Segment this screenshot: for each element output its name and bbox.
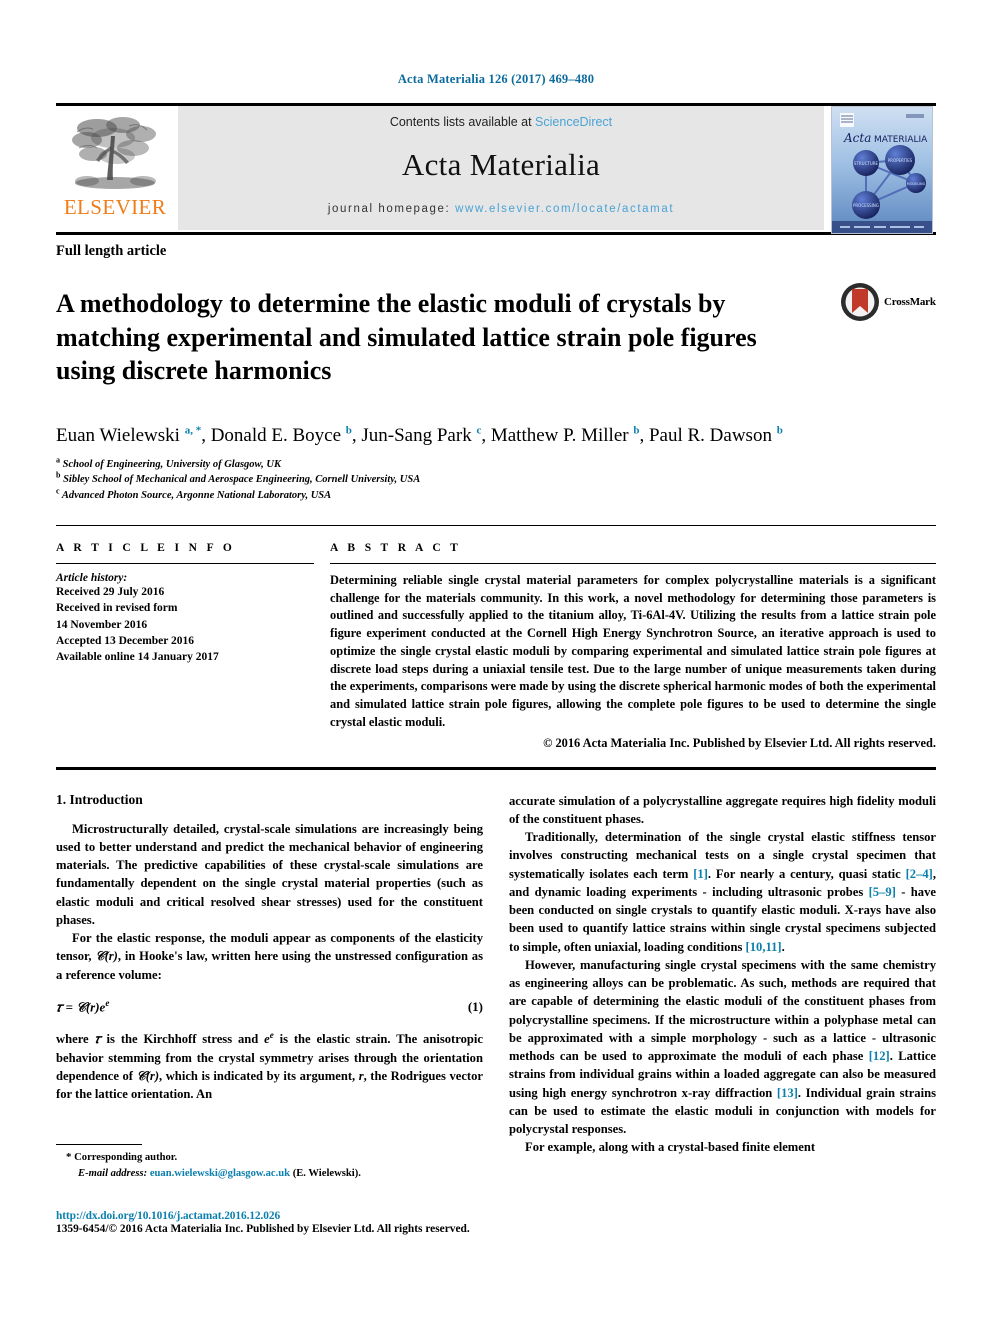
article-info-heading: A R T I C L E I N F O (56, 541, 236, 554)
page-title: A methodology to determine the elastic m… (56, 289, 757, 385)
paragraph: For example, along with a crystal-based … (525, 1140, 816, 1155)
citation-link[interactable]: [2–4] (906, 867, 933, 881)
email-link[interactable]: euan.wielewski@glasgow.ac.uk (150, 1168, 290, 1179)
history-item: Accepted 13 December 2016 (56, 634, 195, 647)
paragraph-text: where (56, 1032, 95, 1047)
paragraph-text: However, manufacturing single crystal sp… (509, 957, 936, 1064)
equation-number: (1) (467, 999, 483, 1015)
paragraph: For the elastic response, the moduli app… (56, 929, 483, 984)
info-abstract-block: A R T I C L E I N F O Article history: R… (56, 524, 936, 751)
doi-link[interactable]: http://dx.doi.org/10.1016/j.actamat.2016… (56, 1210, 496, 1222)
affiliation-list: a School of Engineering, University of G… (56, 455, 936, 503)
journal-cover-block: Acta MATERIALIA STRUCTURE PROPERTIES MOD… (828, 106, 936, 234)
elsevier-tree-icon (72, 117, 156, 189)
svg-text:MODELING: MODELING (907, 182, 926, 186)
issn-copyright-line: 1359-6454/© 2016 Acta Materialia Inc. Pu… (56, 1223, 470, 1236)
svg-text:STRUCTURE: STRUCTURE (854, 161, 879, 166)
footnote-block: * Corresponding author. E-mail address: … (56, 1143, 483, 1181)
article-type-label: Full length article (56, 232, 936, 260)
affiliation-item: c Advanced Photon Source, Argonne Nation… (56, 486, 936, 503)
affiliation-item: b Sibley School of Mechanical and Aerosp… (56, 470, 936, 487)
paragraph-text: . For nearly a century, quasi static (707, 866, 906, 881)
history-item: Received in revised form (56, 602, 178, 615)
history-item: Received 29 July 2016 (56, 585, 165, 598)
affiliation-text: Sibley School of Mechanical and Aerospac… (63, 474, 421, 486)
affiliation-mark: b (56, 470, 61, 480)
math-script-c: 𝒞 (136, 1067, 146, 1083)
paragraph: Traditionally, determination of the sing… (509, 828, 936, 956)
homepage-prefix: journal homepage: (327, 203, 456, 215)
contents-prefix: Contents lists available at (389, 115, 536, 129)
affiliation-mark: c (56, 486, 60, 496)
citation-link[interactable]: [10,11] (746, 940, 782, 954)
journal-homepage-line: journal homepage: www.elsevier.com/locat… (328, 203, 674, 215)
citation-link[interactable]: [13] (777, 1086, 798, 1100)
paper-page: Acta Materialia 126 (2017) 469–480 ELSEV… (0, 0, 992, 1323)
journal-homepage-link[interactable]: www.elsevier.com/locate/actamat (455, 203, 674, 215)
corresponding-text: Corresponding author. (71, 1151, 178, 1163)
math-script-c: 𝒞 (95, 948, 105, 964)
paragraph-text: . (781, 939, 785, 954)
paragraph: However, manufacturing single crystal sp… (509, 956, 936, 1139)
running-head: Acta Materialia 126 (2017) 469–480 (397, 72, 595, 86)
citation-link[interactable]: [5–9] (869, 885, 896, 899)
divider (330, 562, 936, 564)
citation-link[interactable]: [12] (869, 1049, 890, 1063)
divider-thick (56, 766, 936, 770)
affiliation-mark: a (56, 455, 60, 465)
body-column-right: accurate simulation of a polycrystalline… (509, 792, 936, 1254)
affiliation-text: Advanced Photon Source, Argonne National… (61, 489, 332, 501)
paragraph-text: , which is indicated by its argument, (159, 1068, 359, 1083)
corresponding-author-note: * Corresponding author. (56, 1150, 483, 1166)
math-arg: (r) (104, 949, 118, 964)
article-info-column: A R T I C L E I N F O Article history: R… (56, 542, 330, 751)
elsevier-wordmark: ELSEVIER (63, 195, 167, 219)
history-item: Available online 14 January 2017 (56, 651, 219, 664)
divider (56, 562, 314, 564)
paragraph: Microstructurally detailed, crystal-scal… (56, 821, 483, 927)
title-row: A methodology to determine the elastic m… (56, 270, 936, 405)
equation-expression: 𝜏 = 𝒞(r)ee (56, 997, 110, 1016)
crossmark-badge[interactable]: CrossMark (840, 270, 936, 322)
svg-text:PROCESSING: PROCESSING (853, 203, 879, 208)
sciencedirect-link[interactable]: ScienceDirect (535, 115, 612, 129)
abstract-column: A B S T R A C T Determining reliable sin… (330, 542, 936, 751)
email-note: E-mail address: euan.wielewski@glasgow.a… (56, 1166, 483, 1181)
elsevier-logo-block: ELSEVIER (56, 106, 174, 230)
paragraph: accurate simulation of a polycrystalline… (509, 793, 936, 826)
contents-available-line: Contents lists available at ScienceDirec… (390, 115, 612, 129)
page-footer: http://dx.doi.org/10.1016/j.actamat.2016… (56, 1210, 496, 1235)
crossmark-icon (841, 283, 879, 321)
paragraph-text: , in Hooke's law, written here using the… (56, 949, 484, 982)
journal-cover-thumbnail-icon: Acta MATERIALIA STRUCTURE PROPERTIES MOD… (831, 106, 933, 234)
affiliation-text: School of Engineering, University of Gla… (62, 459, 282, 471)
section-heading-introduction: 1. Introduction (56, 791, 143, 807)
svg-text:Acta: Acta (843, 131, 871, 145)
abstract-copyright: © 2016 Acta Materialia Inc. Published by… (543, 735, 936, 750)
crossmark-label: CrossMark (884, 296, 936, 308)
email-label: E-mail address: (78, 1167, 148, 1179)
equation-1: 𝜏 = 𝒞(r)ee (1) (56, 998, 483, 1015)
journal-band: Contents lists available at ScienceDirec… (178, 106, 824, 230)
journal-title: Acta Materialia (401, 147, 601, 182)
svg-text:MATERIALIA: MATERIALIA (874, 135, 928, 145)
article-history-label: Article history: (56, 571, 128, 584)
abstract-heading: A B S T R A C T (330, 541, 462, 554)
email-owner: (E. Wielewski). (292, 1167, 361, 1179)
math-arg: (r) (145, 1068, 160, 1083)
svg-text:PROPERTIES: PROPERTIES (888, 158, 913, 163)
citation-link[interactable]: [1] (693, 867, 708, 881)
history-item: 14 November 2016 (56, 618, 148, 631)
body-columns: 1. Introduction Microstructurally detail… (56, 792, 936, 1254)
body-column-left: 1. Introduction Microstructurally detail… (56, 792, 483, 1254)
footnote-divider (56, 1143, 142, 1145)
paragraph-text: is the Kirchhoff stress and (100, 1032, 265, 1047)
affiliation-item: a School of Engineering, University of G… (56, 455, 936, 472)
abstract-text: Determining reliable single crystal mate… (330, 572, 936, 729)
paragraph: where 𝜏 is the Kirchhoff stress and ee i… (56, 1029, 483, 1103)
journal-masthead: ELSEVIER Contents lists available at Sci… (56, 103, 936, 234)
author-list: Euan Wielewski a, *, Donald E. Boyce b, … (56, 424, 783, 446)
